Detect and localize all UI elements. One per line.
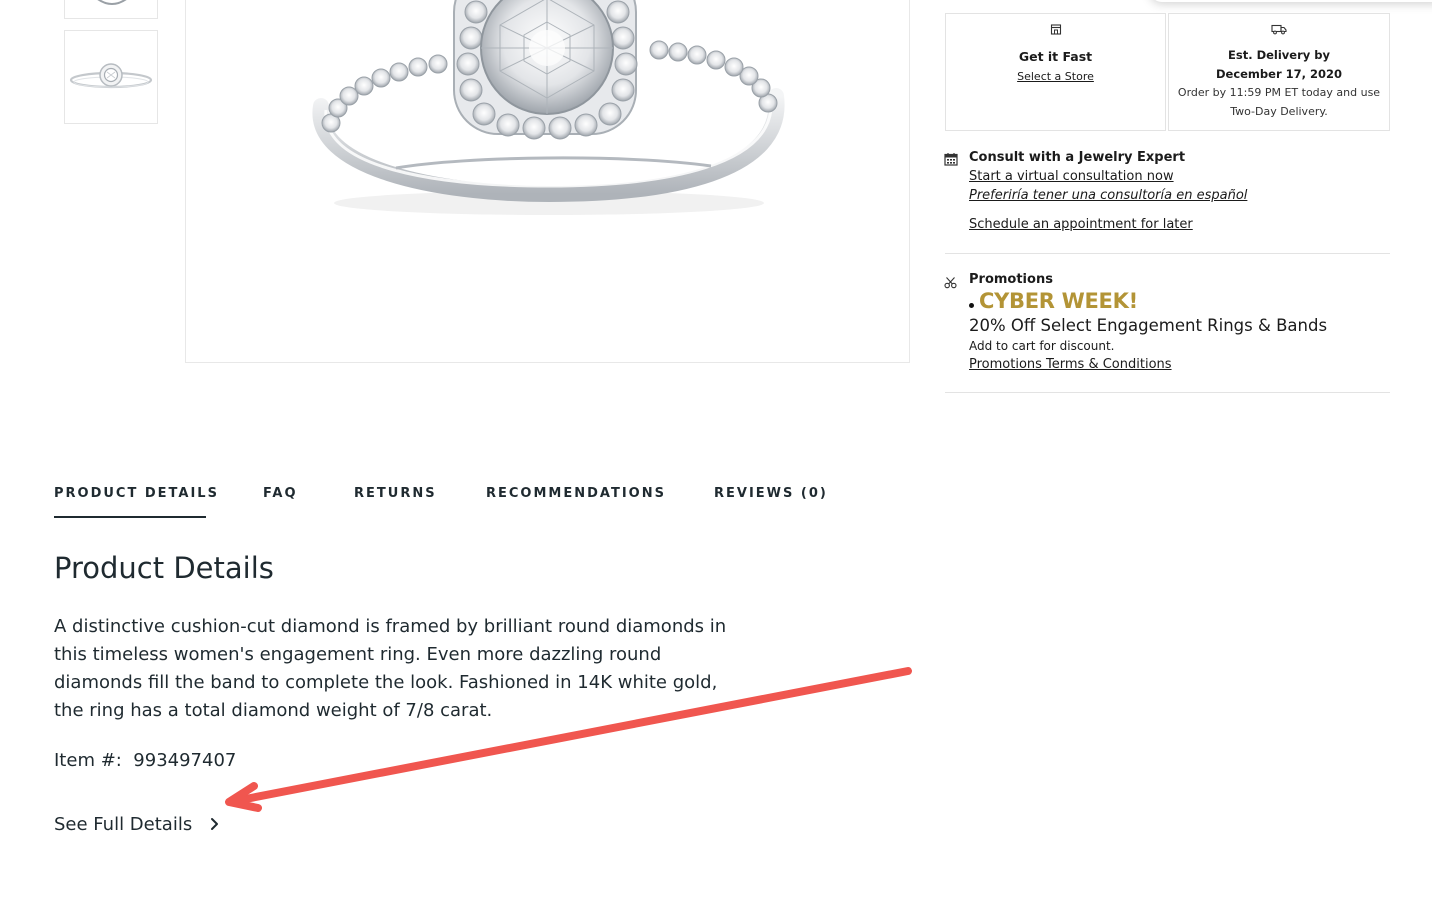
annotation-arrow	[225, 667, 912, 812]
